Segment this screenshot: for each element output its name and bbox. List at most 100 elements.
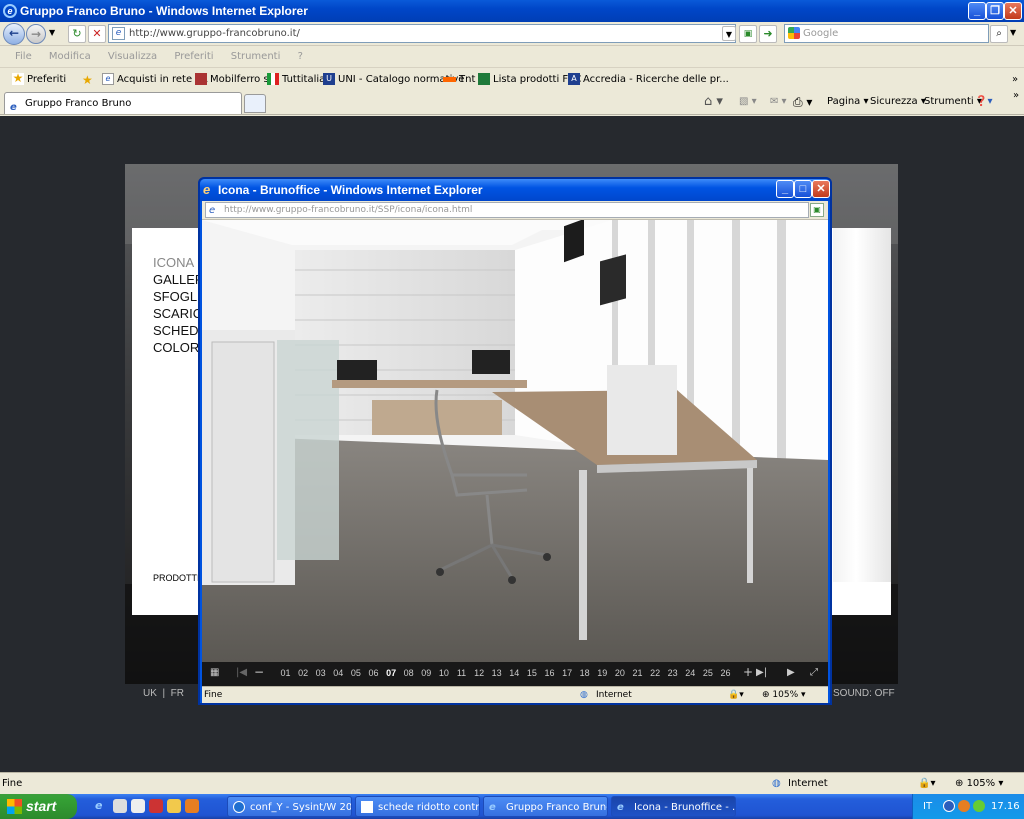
print-icon[interactable]: ⎙ ▾ (793, 91, 812, 113)
fullscreen-icon[interactable]: ⤢ (810, 667, 818, 678)
page-number-05[interactable]: 05 (347, 668, 364, 678)
feeds-icon[interactable]: ▧ ▾ (739, 91, 757, 113)
page-number-12[interactable]: 12 (471, 668, 488, 678)
page-number-26[interactable]: 26 (717, 668, 734, 678)
page-number-14[interactable]: 14 (506, 668, 523, 678)
restore-button[interactable]: ❐ (986, 2, 1004, 20)
tools-menu[interactable]: Strumenti ▾ (924, 91, 982, 113)
page-number-13[interactable]: 13 (488, 668, 505, 678)
page-number-24[interactable]: 24 (682, 668, 699, 678)
menu-preferiti[interactable]: Preferiti (174, 51, 213, 62)
fav-item-mobilferro[interactable]: Mobilferro srl (195, 68, 276, 92)
site-sound-toggle[interactable]: SOUND: OFF (833, 688, 895, 699)
forward-button[interactable]: → (26, 24, 46, 44)
back-tray-icon[interactable] (943, 800, 955, 812)
page-number-10[interactable]: 10 (435, 668, 452, 678)
page-number-22[interactable]: 22 (647, 668, 664, 678)
popup-compat-icon[interactable]: ▣ (810, 203, 824, 217)
first-page-icon[interactable]: |◀ (236, 667, 247, 678)
protected-mode-icon[interactable]: 🔒▾ (918, 773, 935, 794)
desktop-quicklaunch-icon[interactable] (185, 799, 199, 813)
favorites-button[interactable]: ★ Preferiti (12, 68, 66, 92)
security-menu[interactable]: Sicurezza ▾ (870, 91, 926, 113)
site-prodotti-link[interactable]: PRODOTTI (153, 573, 200, 583)
popup-minimize-button[interactable]: _ (776, 180, 794, 198)
page-number-11[interactable]: 11 (453, 668, 470, 678)
popup-maximize-button[interactable]: □ (794, 180, 812, 198)
page-number-04[interactable]: 04 (330, 668, 347, 678)
network-tray-icon[interactable] (973, 800, 985, 812)
protected-mode-icon[interactable]: 🔒▾ (728, 687, 744, 704)
ie-quicklaunch-icon[interactable]: e (95, 799, 109, 813)
popup-close-button[interactable]: ✕ (812, 180, 830, 198)
task-icona-brunoffice[interactable]: e Icona - Brunoffice - ... (611, 796, 736, 817)
grid-view-icon[interactable]: ▦ (210, 667, 219, 678)
tab-gruppo-franco-bruno[interactable]: e Gruppo Franco Bruno (4, 92, 242, 114)
page-number-25[interactable]: 25 (699, 668, 716, 678)
page-number-09[interactable]: 09 (418, 668, 435, 678)
page-number-23[interactable]: 23 (664, 668, 681, 678)
task-conf[interactable]: conf_Y - Sysint/W 20... (227, 796, 352, 817)
page-number-16[interactable]: 16 (541, 668, 558, 678)
fav-item-tnt[interactable]: Tnt (443, 68, 475, 92)
acrobat-quicklaunch-icon[interactable] (149, 799, 163, 813)
page-number-20[interactable]: 20 (611, 668, 628, 678)
language-indicator[interactable]: IT (923, 794, 932, 819)
back-button[interactable]: ← (3, 23, 25, 45)
menu-file[interactable]: File (15, 51, 32, 62)
zoom-in-icon[interactable]: + (743, 665, 753, 679)
page-number-15[interactable]: 15 (523, 668, 540, 678)
address-bar[interactable]: e http://www.gruppo-francobruno.it/ (108, 24, 736, 43)
menu-modifica[interactable]: Modifica (49, 51, 91, 62)
task-schede[interactable]: schede ridotto contro... (355, 796, 480, 817)
page-number-02[interactable]: 02 (295, 668, 312, 678)
more-commands-icon[interactable]: » (1013, 85, 1019, 107)
page-number-06[interactable]: 06 (365, 668, 382, 678)
help-icon[interactable]: ❓▾ (975, 91, 992, 113)
menu-help[interactable]: ? (298, 51, 303, 62)
popup-address-field[interactable]: e http://www.gruppo-francobruno.it/SSP/i… (205, 202, 809, 218)
page-number-18[interactable]: 18 (576, 668, 593, 678)
compat-view-icon[interactable]: ▣ (739, 25, 757, 43)
mail-icon[interactable]: ✉ ▾ (770, 91, 787, 113)
page-number-19[interactable]: 19 (594, 668, 611, 678)
close-button[interactable]: ✕ (1004, 2, 1022, 20)
menu-visualizza[interactable]: Visualizza (108, 51, 157, 62)
last-page-icon[interactable]: ▶| (756, 667, 767, 678)
search-icon[interactable]: ⌕ (990, 25, 1008, 43)
task-gruppo-franco-bruno[interactable]: e Gruppo Franco Bruno... (483, 796, 608, 817)
page-number-07[interactable]: 07 (383, 668, 400, 678)
fav-item-fsc[interactable]: Lista prodotti FSC (478, 68, 581, 92)
messenger-quicklaunch-icon[interactable] (131, 799, 145, 813)
page-number-03[interactable]: 03 (312, 668, 329, 678)
page-number-01[interactable]: 01 (277, 668, 294, 678)
outlook-quicklaunch-icon[interactable] (113, 799, 127, 813)
add-favorite-icon[interactable]: ★ (82, 68, 93, 92)
minimize-button[interactable]: _ (968, 2, 986, 20)
page-number-21[interactable]: 21 (629, 668, 646, 678)
stop-button[interactable]: ✕ (88, 25, 106, 43)
new-tab-button[interactable] (244, 94, 266, 113)
popup-zoom-control[interactable]: ⊕ 105% ▾ (762, 687, 806, 704)
address-dropdown-icon[interactable]: ▼ (722, 26, 736, 41)
home-icon[interactable]: ⌂ ▾ (704, 91, 723, 113)
refresh-button[interactable]: ↻ (68, 25, 86, 43)
fav-item-acquisti[interactable]: e Acquisti in rete PA (102, 68, 208, 92)
zoom-control[interactable]: ⊕ 105% ▾ (955, 773, 1003, 794)
page-number-08[interactable]: 08 (400, 668, 417, 678)
folder-quicklaunch-icon[interactable] (167, 799, 181, 813)
zoom-out-icon[interactable]: − (254, 665, 264, 679)
page-number-17[interactable]: 17 (559, 668, 576, 678)
fav-item-accredia[interactable]: A Accredia - Ricerche delle pr... (568, 68, 729, 92)
page-menu[interactable]: Pagina ▾ (827, 91, 869, 113)
search-input[interactable]: Google (784, 24, 989, 43)
site-language-switch[interactable]: UK | FR (143, 688, 184, 699)
messenger-tray-icon[interactable] (958, 800, 970, 812)
go-button[interactable]: ➜ (759, 25, 777, 43)
menu-strumenti[interactable]: Strumenti (231, 51, 281, 62)
history-dropdown-icon[interactable]: ▼ (49, 28, 55, 37)
play-icon[interactable]: ▶ (787, 667, 795, 678)
fav-item-tuttitalia[interactable]: Tuttitalia (267, 68, 325, 92)
start-button[interactable]: start (0, 794, 77, 819)
search-options-icon[interactable]: ▼ (1010, 28, 1016, 37)
